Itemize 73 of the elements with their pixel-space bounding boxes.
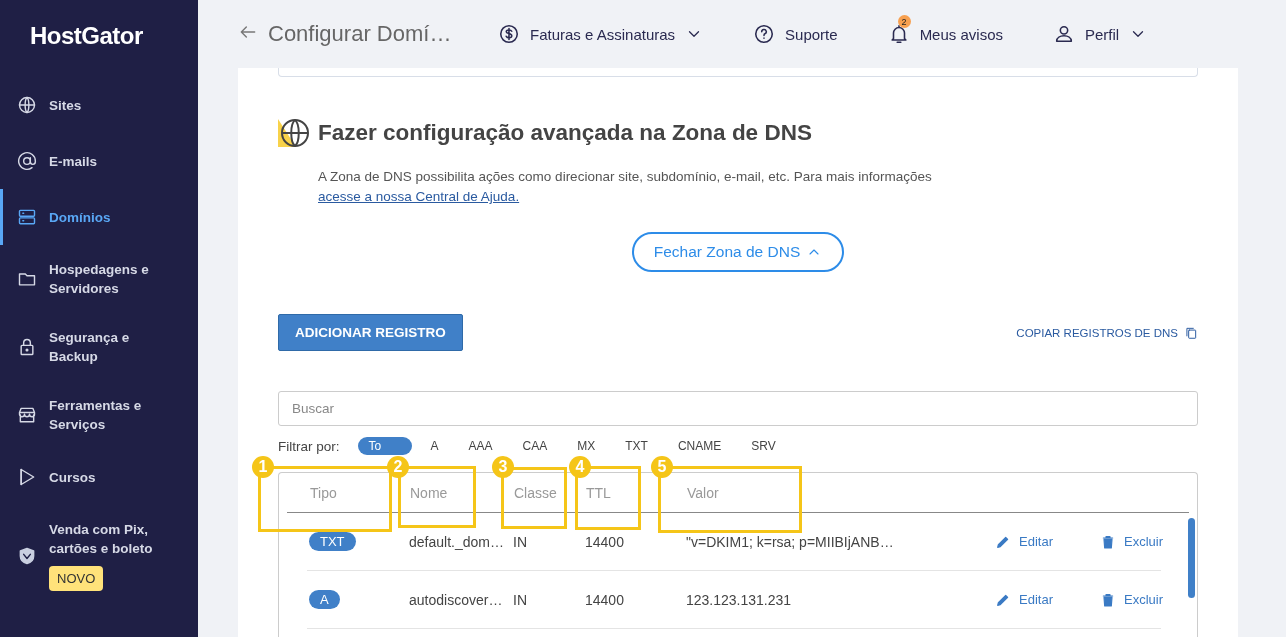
sidebar-item[interactable]: Venda com Pix, cartões e boleto NOVO [0, 505, 198, 606]
new-badge: NOVO [49, 566, 104, 591]
sidebar-item-label: Ferramentas e Serviços [49, 397, 143, 434]
column-header: Tipo [310, 484, 338, 501]
help-icon [753, 23, 776, 45]
nav-item[interactable]: 2 Meus avisos [887, 13, 1003, 55]
close-dns-zone-button[interactable]: Fechar Zona de DNS [631, 232, 845, 272]
globe-icon [278, 117, 310, 149]
table-cell-text: default._dom… [409, 533, 505, 550]
filter-chip[interactable]: SRV [740, 437, 787, 455]
filter-label: Filtrar por: [278, 438, 340, 454]
filter-chip[interactable]: AAA [457, 437, 504, 455]
sidebar-item[interactable]: E-mails [0, 133, 198, 189]
nav-item[interactable]: Perfil [1053, 13, 1148, 55]
sidebar-item-label: Hospedagens e Servidores [49, 261, 150, 298]
trash-icon [1100, 533, 1116, 550]
filter-chip[interactable]: CAA [511, 437, 559, 455]
table-cell-text: 123.123.131.231 [686, 591, 793, 608]
sidebar-item-label: Sites [49, 96, 82, 115]
table-cell-text: IN [513, 533, 528, 550]
column-header: Valor [687, 484, 720, 501]
at-icon [17, 151, 37, 171]
column-header: Nome [410, 484, 449, 501]
table-cell-text: "v=DKIM1; k=rsa; p=MIIBIjANB… [686, 533, 895, 550]
filter-chip[interactable]: To [357, 437, 412, 455]
add-record-button[interactable]: ADICIONAR REGISTRO [278, 314, 463, 351]
delete-button[interactable]: Excluir [1100, 591, 1163, 608]
lock-icon [17, 337, 37, 357]
edit-button[interactable]: Editar [995, 533, 1053, 550]
nav-item[interactable]: Suporte [753, 13, 838, 55]
user-icon [1053, 23, 1075, 45]
shield-icon [17, 545, 37, 566]
section-title: Fazer configuração avançada na Zona de DNS [318, 120, 812, 146]
sidebar-item[interactable]: Cursos [0, 449, 198, 505]
sidebar-item[interactable]: Ferramentas e Serviços [0, 381, 198, 449]
sidebar-item-label: Venda com Pix, cartões e boleto [49, 521, 154, 558]
server-icon [17, 207, 37, 227]
table-cell-text: 14400 [585, 533, 625, 550]
filter-chip[interactable]: MX [566, 437, 607, 455]
sidebar-item-label: Segurança e Backup [49, 329, 131, 366]
record-type-tag: A [309, 590, 340, 609]
store-icon [17, 405, 37, 425]
table-cell-text: autodiscover… [409, 591, 504, 608]
notification-count: 2 [897, 15, 911, 28]
search-field[interactable]: Buscar [278, 391, 1198, 426]
dollar-icon [498, 23, 520, 45]
copy-icon [1184, 325, 1198, 340]
sidebar-item[interactable]: Segurança e Backup [0, 313, 198, 381]
section-description: A Zona de DNS possibilita ações como direcionar site, subdomínio, e-mail, etc. Para mais informações acesse a nossa Central de Ajuda. [318, 168, 933, 206]
record-type-tag: TXT [309, 532, 356, 551]
filter-chip[interactable]: A [419, 437, 450, 455]
delete-button[interactable]: Excluir [1100, 533, 1163, 550]
trash-icon [1100, 591, 1116, 608]
page-title: Configurar Domí… [268, 21, 453, 47]
globe-icon [17, 95, 37, 115]
column-header: Classe [514, 484, 558, 501]
table-cell-text: IN [513, 591, 528, 608]
sidebar-item[interactable]: Hospedagens e Servidores [0, 245, 198, 313]
nav-item[interactable]: Faturas e Assinaturas [498, 13, 704, 55]
play-icon [17, 467, 37, 487]
sidebar-item-label: Cursos [49, 468, 96, 487]
sidebar-item-label: E-mails [49, 152, 98, 171]
sidebar-item-label: Domínios [49, 208, 111, 227]
logo[interactable]: HostGator [0, 0, 198, 77]
edit-button[interactable]: Editar [995, 591, 1053, 608]
scrollbar[interactable] [1188, 518, 1195, 598]
column-header: TTL [586, 484, 612, 501]
copy-records-link[interactable]: COPIAR REGISTROS DE DNS [1016, 325, 1198, 340]
filter-chip[interactable]: CNAME [666, 437, 733, 455]
help-link[interactable]: acesse a nossa Central de Ajuda. [318, 189, 520, 204]
table-cell-text: 14400 [585, 591, 625, 608]
filter-chip[interactable]: TXT [614, 437, 659, 455]
sidebar-item[interactable]: Sites [0, 77, 198, 133]
